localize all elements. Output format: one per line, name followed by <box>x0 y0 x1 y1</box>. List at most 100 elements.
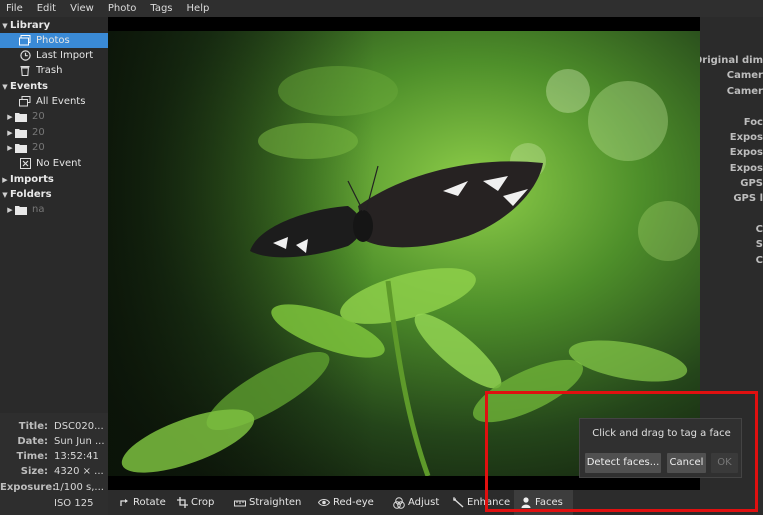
expand-arrow-icon[interactable]: ▶ <box>6 113 14 121</box>
cancel-button[interactable]: Cancel <box>667 453 706 473</box>
detect-faces-button[interactable]: Detect faces... <box>585 453 661 473</box>
sidebar-item-label: na <box>32 204 45 215</box>
crop-button[interactable]: Crop <box>176 490 214 515</box>
property-label: GPS <box>740 178 763 189</box>
adjust-button[interactable]: Adjust <box>393 490 439 515</box>
sidebar-item-event-year[interactable]: ▶ 20 <box>0 109 108 124</box>
sidebar-item-photos[interactable]: Photos <box>0 33 108 48</box>
sidebar-item-all-events[interactable]: All Events <box>0 94 108 109</box>
metadata-row: Title: DSC020... <box>0 421 108 436</box>
metadata-row: Exposure: 1/100 s,... <box>0 482 108 497</box>
expand-caret-icon[interactable]: ▼ <box>0 191 10 199</box>
trash-icon <box>18 65 32 77</box>
expand-caret-icon[interactable]: ▼ <box>0 83 10 91</box>
sidebar-item-folder[interactable]: ▶ na <box>0 202 108 217</box>
menu-photo[interactable]: Photo <box>102 0 145 17</box>
adjust-label: Adjust <box>408 497 440 508</box>
sidebar-header-label: Folders <box>10 189 52 200</box>
metadata-key: Exposure: <box>0 482 57 493</box>
sidebar-header-label: Library <box>10 20 51 31</box>
sidebar-item-label: Photos <box>36 35 70 46</box>
events-icon <box>18 96 32 108</box>
metadata-pane: Title: DSC020... Date: Sun Jun ... Time:… <box>0 413 108 515</box>
no-event-icon <box>18 158 32 170</box>
straighten-icon <box>234 497 246 509</box>
metadata-row: ISO 125 <box>0 498 108 513</box>
sidebar-item-label: No Event <box>36 158 82 169</box>
menu-file[interactable]: File <box>0 0 31 17</box>
property-label: Original dim <box>700 55 763 66</box>
menu-view[interactable]: View <box>64 0 102 17</box>
sidebar-item-label: Trash <box>36 65 63 76</box>
sidebar-item-trash[interactable]: Trash <box>0 63 108 78</box>
metadata-row: Date: Sun Jun ... <box>0 436 108 451</box>
sidebar-item-label: 20 <box>32 127 45 138</box>
expand-caret-icon[interactable]: ▼ <box>0 22 10 30</box>
rotate-icon <box>118 497 130 509</box>
adjust-icon <box>393 496 405 509</box>
metadata-key: Time: <box>16 451 48 462</box>
property-label: GPS l <box>733 193 763 204</box>
rotate-button[interactable]: Rotate <box>118 490 166 515</box>
faces-popup-title: Click and drag to tag a face <box>592 428 731 439</box>
clock-icon <box>18 50 32 62</box>
property-label: Camer <box>726 86 763 97</box>
metadata-value: Sun Jun ... <box>54 436 105 447</box>
red-eye-label: Red-eye <box>333 497 374 508</box>
expand-arrow-icon[interactable]: ▶ <box>6 144 14 152</box>
sidebar-item-event-year[interactable]: ▶ 20 <box>0 140 108 155</box>
metadata-value: ISO 125 <box>54 498 94 509</box>
crop-label: Crop <box>191 497 215 508</box>
sidebar-header-imports[interactable]: ▶ Imports <box>0 172 108 187</box>
folder-icon <box>14 204 28 216</box>
metadata-row: Size: 4320 × ... <box>0 466 108 481</box>
photos-icon <box>18 35 32 47</box>
red-eye-button[interactable]: Red-eye <box>318 490 374 515</box>
metadata-value: DSC020... <box>54 421 104 432</box>
metadata-key: Date: <box>17 436 48 447</box>
sidebar-item-label: All Events <box>36 96 86 107</box>
metadata-value: 4320 × ... <box>54 466 104 477</box>
folder-icon <box>14 142 28 154</box>
property-label: C <box>755 224 763 235</box>
expand-arrow-icon[interactable]: ▶ <box>6 206 14 214</box>
enhance-button[interactable]: Enhance <box>452 490 510 515</box>
wand-icon <box>452 497 464 509</box>
folder-icon <box>14 111 28 123</box>
faces-button[interactable]: Faces <box>514 490 573 515</box>
ok-button[interactable]: OK <box>711 453 738 473</box>
metadata-row: Time: 13:52:41 <box>0 451 108 466</box>
eye-icon <box>318 497 330 509</box>
rotate-label: Rotate <box>133 497 166 508</box>
butterfly-photo[interactable] <box>108 31 700 476</box>
straighten-label: Straighten <box>249 497 302 508</box>
sidebar-header-events[interactable]: ▼ Events <box>0 79 108 94</box>
property-label: Expos <box>729 163 763 174</box>
metadata-value: 1/100 s,... <box>54 482 104 493</box>
property-label: C <box>755 255 763 266</box>
sidebar-item-label: 20 <box>32 142 45 153</box>
menu-help[interactable]: Help <box>181 0 218 17</box>
sidebar-item-label: 20 <box>32 111 45 122</box>
property-label: Expos <box>729 147 763 158</box>
folder-icon <box>14 127 28 139</box>
sidebar-item-label: Last Import <box>36 50 94 61</box>
expand-arrow-icon[interactable]: ▶ <box>6 129 14 137</box>
sidebar-item-no-event[interactable]: No Event <box>0 156 108 171</box>
enhance-label: Enhance <box>467 497 511 508</box>
sidebar-item-last-import[interactable]: Last Import <box>0 48 108 63</box>
sidebar-header-label: Events <box>10 81 48 92</box>
property-label: S <box>755 239 763 250</box>
menu-edit[interactable]: Edit <box>31 0 64 17</box>
sidebar-item-event-year[interactable]: ▶ 20 <box>0 125 108 140</box>
straighten-button[interactable]: Straighten <box>234 490 301 515</box>
property-label: Expos <box>729 132 763 143</box>
faces-label: Faces <box>535 497 563 508</box>
expand-caret-icon[interactable]: ▶ <box>0 176 10 184</box>
sidebar-header-folders[interactable]: ▼ Folders <box>0 187 108 202</box>
sidebar-header-library[interactable]: ▼ Library <box>0 18 108 33</box>
metadata-key <box>0 498 54 513</box>
faces-popup: Click and drag to tag a face Detect face… <box>579 418 742 478</box>
person-icon <box>520 497 532 509</box>
menu-tags[interactable]: Tags <box>144 0 180 17</box>
